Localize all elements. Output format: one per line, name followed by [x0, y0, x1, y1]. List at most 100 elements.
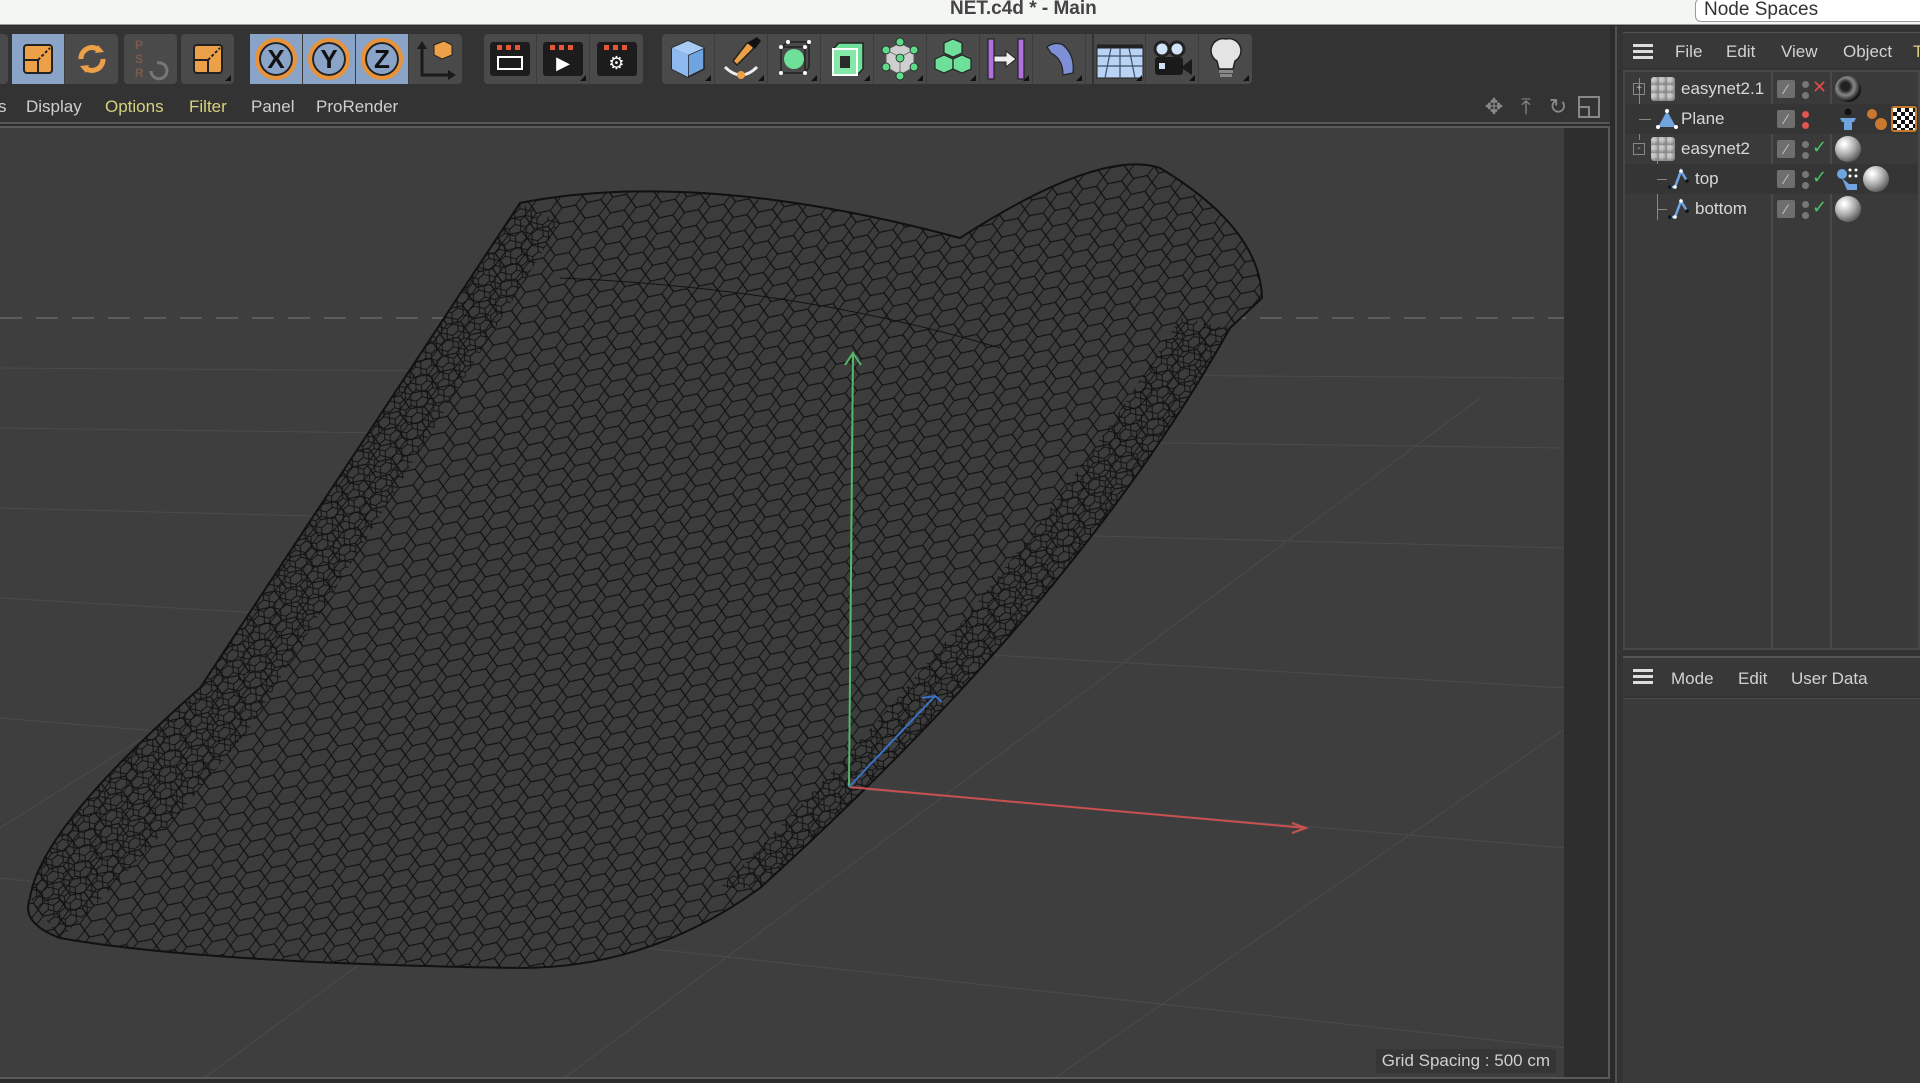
- enabled-check-icon[interactable]: ✓: [1812, 137, 1827, 158]
- z-axis-lock-button[interactable]: Z: [356, 34, 409, 84]
- pen-spline-button[interactable]: [715, 34, 768, 84]
- material-tag-icon[interactable]: [1835, 136, 1861, 162]
- layer-edit-icon[interactable]: ⁄: [1777, 140, 1795, 158]
- enabled-check-icon[interactable]: ✓: [1812, 197, 1827, 218]
- expand-icon[interactable]: +: [1633, 83, 1645, 95]
- object-row-easynet2[interactable]: - easynet2 ⁄ ✓: [1625, 134, 1918, 164]
- om-menu-file[interactable]: File: [1675, 42, 1702, 62]
- submenu-indicator: [1136, 75, 1142, 81]
- viewport-menu-prorender[interactable]: ProRender: [316, 97, 398, 117]
- om-menu-tags[interactable]: Ta: [1913, 42, 1920, 62]
- object-name[interactable]: top: [1695, 169, 1719, 189]
- viewport-menu-options[interactable]: Options: [105, 97, 164, 117]
- submenu-indicator: [1076, 75, 1082, 81]
- hamburger-menu-icon[interactable]: [1633, 44, 1653, 59]
- am-menu-user-data[interactable]: User Data: [1791, 669, 1868, 689]
- camera-icon: [1153, 40, 1192, 75]
- visibility-dots-icon[interactable]: [1802, 199, 1810, 221]
- hamburger-menu-icon[interactable]: [1633, 669, 1653, 684]
- object-row-easynet2-1[interactable]: + easynet2.1 ⁄ ✕: [1625, 74, 1918, 104]
- cloner-button[interactable]: [874, 34, 927, 84]
- light-button[interactable]: [1199, 34, 1252, 84]
- disabled-cross-icon[interactable]: ✕: [1812, 77, 1827, 98]
- polygon-object-icon: [1651, 77, 1675, 101]
- camera-button[interactable]: [1146, 34, 1199, 84]
- psr-reset-button[interactable]: PSR: [124, 34, 177, 84]
- node-spaces-dropdown[interactable]: Node Spaces: [1695, 0, 1920, 22]
- material-tag-icon[interactable]: [1835, 196, 1861, 222]
- render-settings-button[interactable]: ⚙: [590, 34, 643, 84]
- mograph-cubes-button[interactable]: [927, 34, 980, 84]
- viewport-menu-display[interactable]: Display: [26, 97, 82, 117]
- material-tag-icon[interactable]: [1863, 166, 1889, 192]
- main-toolbar: PSR X Y Z ▶ ⚙: [0, 26, 1610, 90]
- cloner-icon: [881, 37, 919, 81]
- object-name[interactable]: easynet2.1: [1681, 79, 1764, 99]
- layer-edit-icon[interactable]: ⁄: [1777, 110, 1795, 128]
- texture-tag-icon[interactable]: [1891, 106, 1917, 132]
- z-axis-icon: Z: [361, 38, 403, 80]
- object-row-plane[interactable]: Plane ⁄: [1625, 104, 1918, 134]
- tree-line: [1639, 119, 1651, 120]
- spline-object-icon: [1668, 198, 1689, 219]
- y-axis-icon: Y: [308, 38, 350, 80]
- toggle-layout-icon[interactable]: [1578, 96, 1600, 118]
- x-axis-lock-button[interactable]: X: [250, 34, 303, 84]
- deformer-icon: [987, 38, 1025, 80]
- render-to-picture-viewer-button[interactable]: ▶: [537, 34, 590, 84]
- y-axis-lock-button[interactable]: Y: [303, 34, 356, 84]
- layer-edit-icon[interactable]: ⁄: [1777, 200, 1795, 218]
- object-name[interactable]: Plane: [1681, 109, 1724, 129]
- selection-tag-icon[interactable]: [1835, 166, 1861, 192]
- scale-tool-icon: [192, 44, 223, 74]
- subdivision-surface-button[interactable]: [768, 34, 821, 84]
- svg-text:R: R: [135, 66, 144, 80]
- scale-button[interactable]: [12, 34, 65, 84]
- rotate-view-icon[interactable]: ↻: [1546, 94, 1570, 120]
- toolbar-overflow[interactable]: [0, 34, 8, 84]
- attribute-manager-menu-bar: Mode Edit User Data: [1623, 656, 1920, 696]
- floor-button[interactable]: [1092, 34, 1146, 84]
- mograph-tag-icon[interactable]: [1863, 106, 1889, 132]
- extrude-icon: [832, 42, 864, 76]
- layer-edit-icon[interactable]: ⁄: [1777, 80, 1795, 98]
- 3d-viewport[interactable]: Grid Spacing : 500 cm: [0, 126, 1610, 1079]
- dolly-view-icon[interactable]: ⤒: [1514, 94, 1538, 120]
- om-menu-object[interactable]: Object: [1843, 42, 1892, 62]
- material-dark-tag-icon[interactable]: [1835, 76, 1861, 102]
- submenu-indicator: [758, 75, 764, 81]
- viewport-menu-panel[interactable]: Panel: [251, 97, 294, 117]
- display-tag-icon[interactable]: [1835, 106, 1861, 132]
- submenu-indicator: [917, 75, 923, 81]
- move-view-icon[interactable]: ✥: [1482, 94, 1506, 120]
- svg-text:P: P: [135, 38, 143, 52]
- viewport-menu-filter[interactable]: Filter: [189, 97, 227, 117]
- object-row-bottom[interactable]: bottom ⁄ ✓: [1625, 194, 1918, 224]
- rotate-button[interactable]: [65, 34, 118, 84]
- coordinate-system-button[interactable]: [409, 34, 462, 84]
- extrude-button[interactable]: [821, 34, 874, 84]
- object-name[interactable]: bottom: [1695, 199, 1747, 219]
- object-row-top[interactable]: top ⁄ ✓: [1625, 164, 1918, 194]
- render-to-picture-viewer-icon: ▶: [543, 42, 583, 76]
- collapse-icon[interactable]: -: [1633, 143, 1645, 155]
- enabled-check-icon[interactable]: ✓: [1812, 167, 1827, 188]
- om-menu-edit[interactable]: Edit: [1726, 42, 1755, 62]
- scale-tool-button[interactable]: [181, 34, 234, 84]
- visibility-dots-icon[interactable]: [1802, 79, 1810, 101]
- am-menu-edit[interactable]: Edit: [1738, 669, 1767, 689]
- visibility-dots-icon[interactable]: [1802, 139, 1810, 161]
- cube-button[interactable]: [662, 34, 715, 84]
- deformer-button[interactable]: [980, 34, 1033, 84]
- tree-line: [1657, 179, 1667, 180]
- layer-edit-icon[interactable]: ⁄: [1777, 170, 1795, 188]
- bend-button[interactable]: [1033, 34, 1086, 84]
- viewport-scrollbar[interactable]: [1564, 128, 1608, 1077]
- visibility-dots-icon[interactable]: [1802, 109, 1810, 131]
- object-name[interactable]: easynet2: [1681, 139, 1750, 159]
- om-menu-view[interactable]: View: [1781, 42, 1818, 62]
- am-menu-mode[interactable]: Mode: [1671, 669, 1714, 689]
- viewport-menu-view[interactable]: s: [0, 97, 7, 117]
- render-view-button[interactable]: [484, 34, 537, 84]
- visibility-dots-icon[interactable]: [1802, 169, 1810, 191]
